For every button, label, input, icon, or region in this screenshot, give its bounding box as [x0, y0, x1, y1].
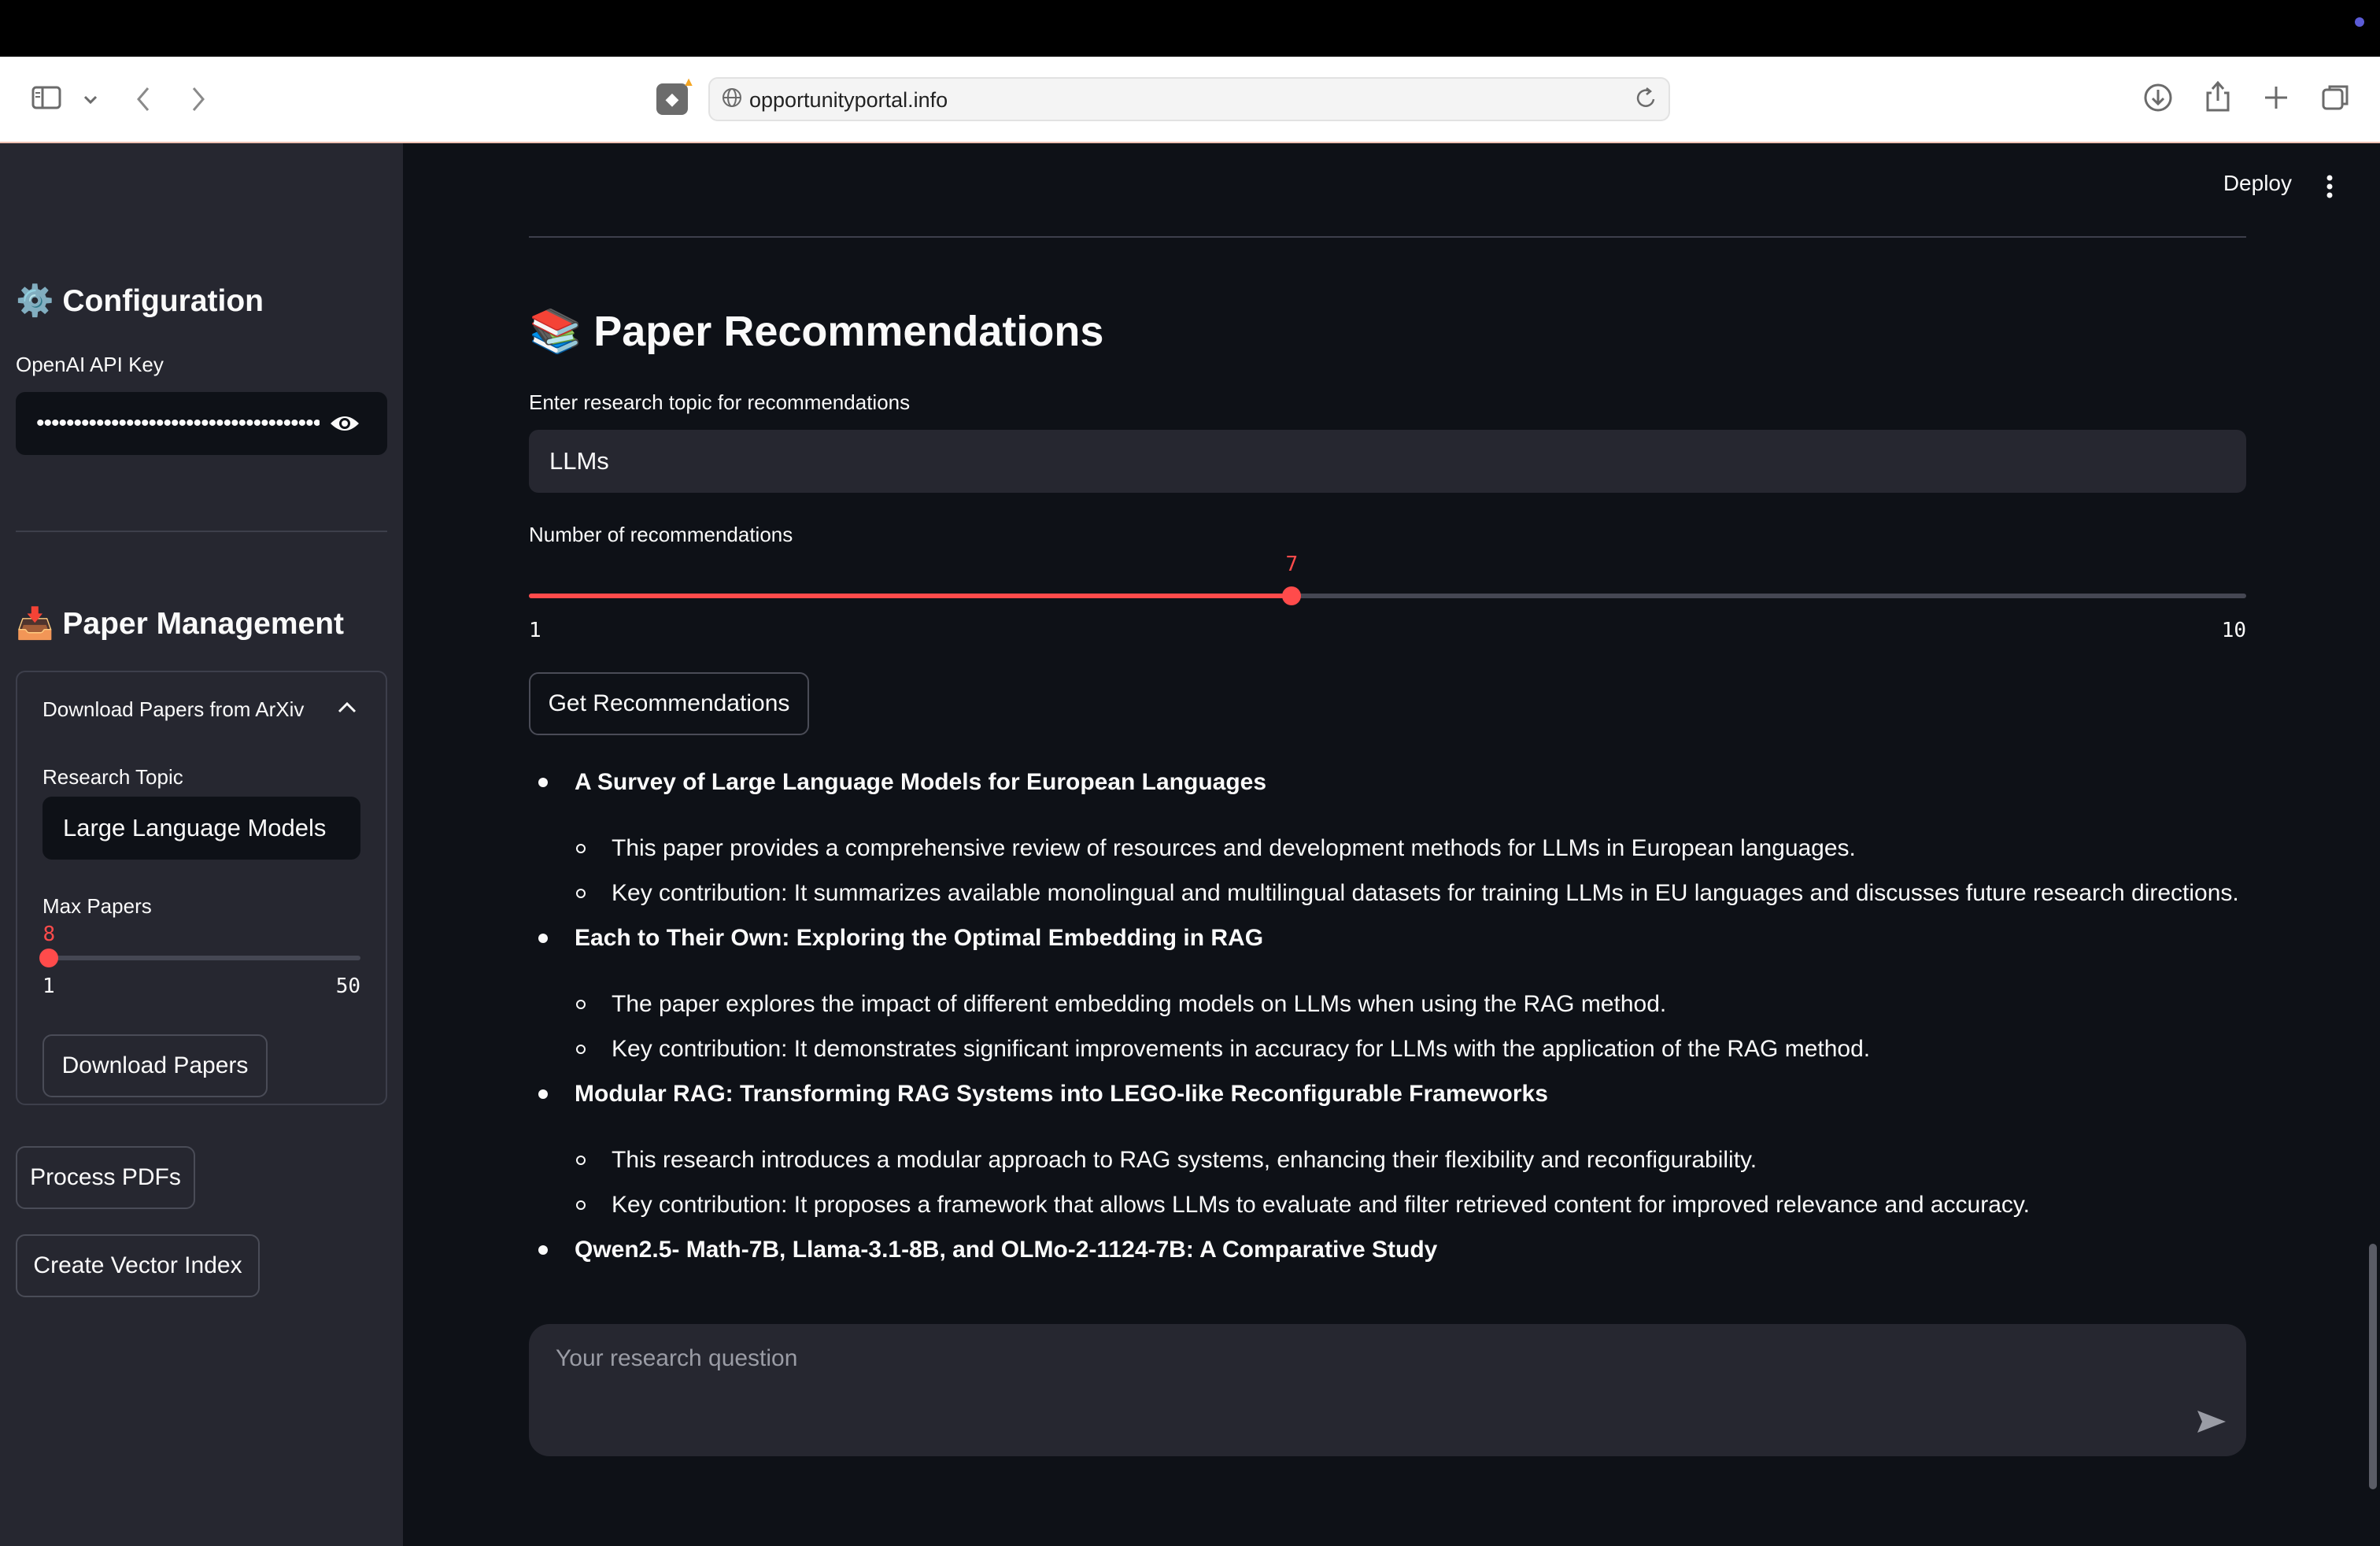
- recommendation-count-slider[interactable]: 7: [529, 553, 2246, 616]
- max-papers-min: 1: [42, 975, 55, 998]
- address-bar[interactable]: opportunityportal.info: [708, 77, 1670, 121]
- system-menu-bar: [0, 0, 2380, 57]
- chat-placeholder: Your research question: [556, 1345, 798, 1371]
- recommendation-point: Key contribution: It proposes a framewor…: [612, 1192, 2031, 1218]
- sub-bullet: [576, 1156, 586, 1165]
- chat-input[interactable]: Your research question: [529, 1324, 2246, 1456]
- site-favicon: ◆ ▲: [656, 76, 695, 115]
- status-dot: [2355, 17, 2364, 27]
- globe-icon: [721, 87, 745, 110]
- main-content: Deploy 📚 Paper Recommendations Enter res…: [403, 143, 2380, 1546]
- reload-icon[interactable]: [1634, 83, 1659, 119]
- bullet-point: [538, 934, 548, 943]
- recommendation-point: This paper provides a comprehensive revi…: [612, 835, 1856, 861]
- process-pdfs-button[interactable]: Process PDFs: [16, 1146, 195, 1209]
- recommendation-title: Modular RAG: Transforming RAG Systems in…: [575, 1081, 1548, 1107]
- recommendation-point: Key contribution: It demonstrates signif…: [612, 1036, 1871, 1062]
- api-key-label: OpenAI API Key: [16, 353, 164, 376]
- configuration-heading: ⚙️ Configuration: [16, 284, 264, 318]
- paper-management-heading: 📥 Paper Management: [16, 607, 345, 641]
- new-tab-icon[interactable]: [2262, 83, 2290, 112]
- bullet-point: [538, 778, 548, 787]
- research-topic-input[interactable]: Large Language Models: [42, 797, 360, 860]
- recommendations-heading: 📚 Paper Recommendations: [529, 308, 1104, 355]
- count-value: 7: [1285, 553, 1299, 576]
- share-icon[interactable]: [2204, 79, 2232, 113]
- recommendation-title: A Survey of Large Language Models for Eu…: [575, 769, 1267, 795]
- get-recommendations-button[interactable]: Get Recommendations: [529, 672, 809, 735]
- sidebar: ⚙️ Configuration OpenAI API Key ••••••••…: [0, 143, 403, 1546]
- download-papers-button[interactable]: Download Papers: [42, 1034, 268, 1097]
- url-text: opportunityportal.info: [749, 88, 948, 112]
- slider-thumb[interactable]: [39, 949, 59, 967]
- topic-value: LLMs: [549, 447, 609, 475]
- research-topic-label: Research Topic: [42, 765, 183, 789]
- forward-icon[interactable]: [189, 85, 208, 113]
- download-expander: Download Papers from ArXiv Research Topi…: [16, 671, 387, 1105]
- topic-input[interactable]: LLMs: [529, 430, 2246, 493]
- send-icon[interactable]: [2194, 1404, 2229, 1439]
- recommendation-title: Qwen2.5- Math-7B, Llama-3.1-8B, and OLMo…: [575, 1237, 1438, 1263]
- chevron-down-icon[interactable]: [82, 91, 99, 107]
- sub-bullet: [576, 889, 586, 898]
- sidebar-divider: [16, 531, 387, 532]
- section-divider: [529, 236, 2246, 238]
- expander-title[interactable]: Download Papers from ArXiv: [42, 696, 304, 723]
- max-papers-label: Max Papers: [42, 894, 152, 918]
- sidebar-toggle-icon[interactable]: [31, 85, 63, 110]
- sub-bullet: [576, 1045, 586, 1054]
- count-label: Number of recommendations: [529, 523, 793, 546]
- slider-thumb[interactable]: [1282, 586, 1302, 605]
- slider-track: [42, 956, 360, 960]
- browser-toolbar: ◆ ▲ opportunityportal.info: [0, 57, 2380, 143]
- chevron-up-icon[interactable]: [337, 701, 357, 715]
- recommendations-list: A Survey of Large Language Models for Eu…: [529, 767, 2260, 1270]
- count-min: 1: [529, 619, 541, 642]
- warning-icon: ▲: [682, 76, 695, 89]
- deploy-button[interactable]: Deploy: [2223, 170, 2292, 197]
- max-papers-max: 50: [335, 975, 360, 998]
- sub-bullet: [576, 844, 586, 853]
- bullet-point: [538, 1089, 548, 1099]
- sub-bullet: [576, 1000, 586, 1009]
- topic-label: Enter research topic for recommendations: [529, 390, 911, 414]
- max-papers-value: 8: [42, 923, 56, 946]
- sub-bullet: [576, 1200, 586, 1210]
- recommendation-point: This research introduces a modular appro…: [612, 1147, 1757, 1173]
- max-papers-slider[interactable]: 8: [39, 923, 360, 993]
- create-vector-index-button[interactable]: Create Vector Index: [16, 1234, 260, 1297]
- eye-icon[interactable]: [329, 411, 360, 436]
- tabs-icon[interactable]: [2320, 82, 2352, 113]
- count-max: 10: [2221, 619, 2246, 642]
- scrollbar[interactable]: [2369, 1244, 2377, 1489]
- slider-fill: [529, 594, 1292, 598]
- kebab-menu-icon[interactable]: [2326, 175, 2333, 198]
- bullet-point: [538, 1245, 548, 1255]
- recommendation-point: Key contribution: It summarizes availabl…: [612, 880, 2239, 906]
- api-key-value: ••••••••••••••••••••••••••••••••••••••••: [36, 410, 320, 436]
- research-topic-value: Large Language Models: [63, 814, 327, 841]
- download-icon[interactable]: [2142, 82, 2174, 113]
- api-key-field[interactable]: ••••••••••••••••••••••••••••••••••••••••: [16, 392, 387, 455]
- back-icon[interactable]: [134, 85, 153, 113]
- recommendation-title: Each to Their Own: Exploring the Optimal…: [575, 925, 1264, 951]
- recommendation-point: The paper explores the impact of differe…: [612, 991, 1667, 1017]
